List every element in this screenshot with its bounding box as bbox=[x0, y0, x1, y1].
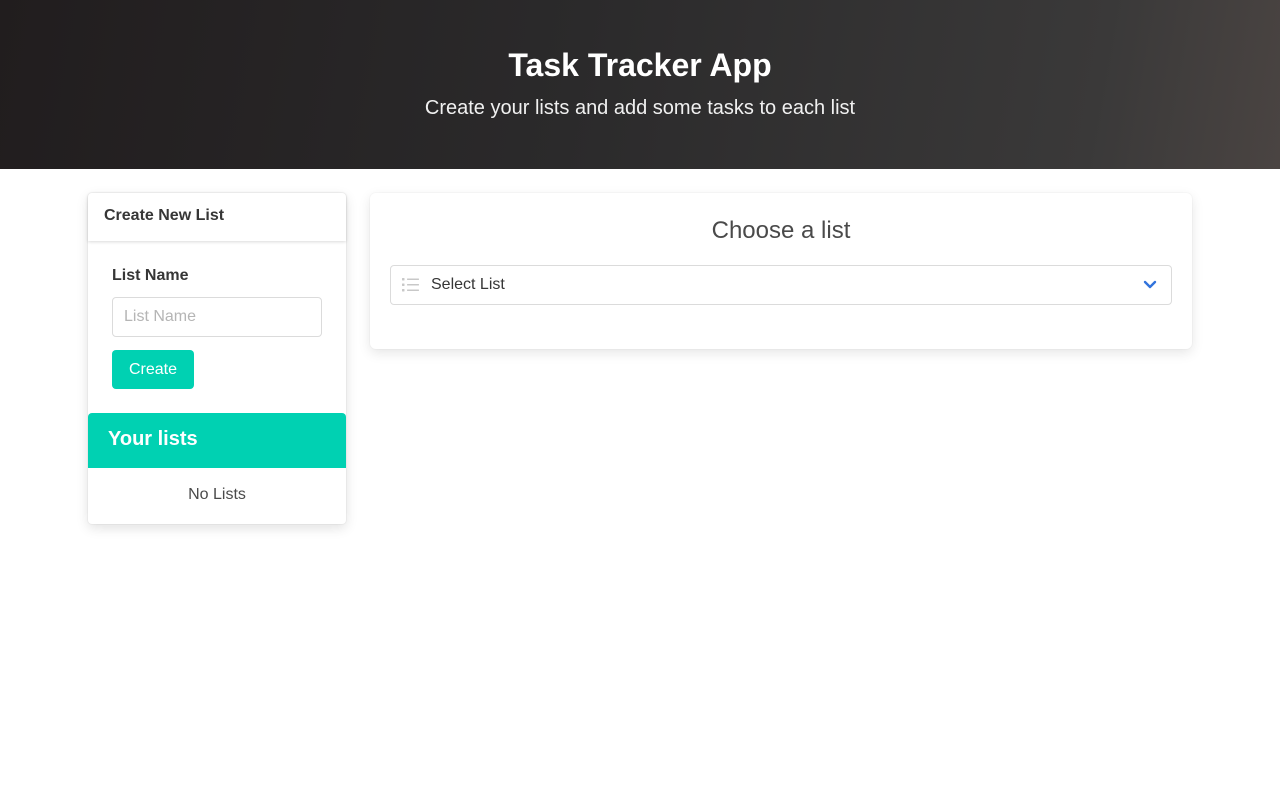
create-button[interactable]: Create bbox=[112, 350, 194, 389]
app-title: Task Tracker App bbox=[508, 47, 772, 83]
create-list-header: Create New List bbox=[88, 193, 346, 241]
choose-list-title: Choose a list bbox=[711, 217, 851, 244]
app-subtitle: Create your lists and add some tasks to … bbox=[424, 97, 856, 119]
list-select[interactable]: Select List bbox=[390, 265, 1172, 305]
hero-banner: Task Tracker App Create your lists and a… bbox=[0, 0, 1280, 169]
list-icon bbox=[402, 278, 419, 292]
list-name-label: List Name bbox=[112, 267, 189, 284]
select-value: Select List bbox=[431, 276, 505, 293]
your-lists-header: Your lists bbox=[88, 413, 346, 468]
empty-lists-message: No Lists bbox=[188, 486, 246, 503]
your-lists-title: Your lists bbox=[108, 428, 198, 450]
create-list-title: Create New List bbox=[104, 207, 225, 224]
chevron-down-icon bbox=[1143, 280, 1157, 289]
choose-list-card: Choose a list Select List bbox=[370, 193, 1192, 349]
list-name-input[interactable] bbox=[112, 297, 322, 337]
sidebar-card: Create New List List Name Create Your li… bbox=[88, 193, 346, 524]
